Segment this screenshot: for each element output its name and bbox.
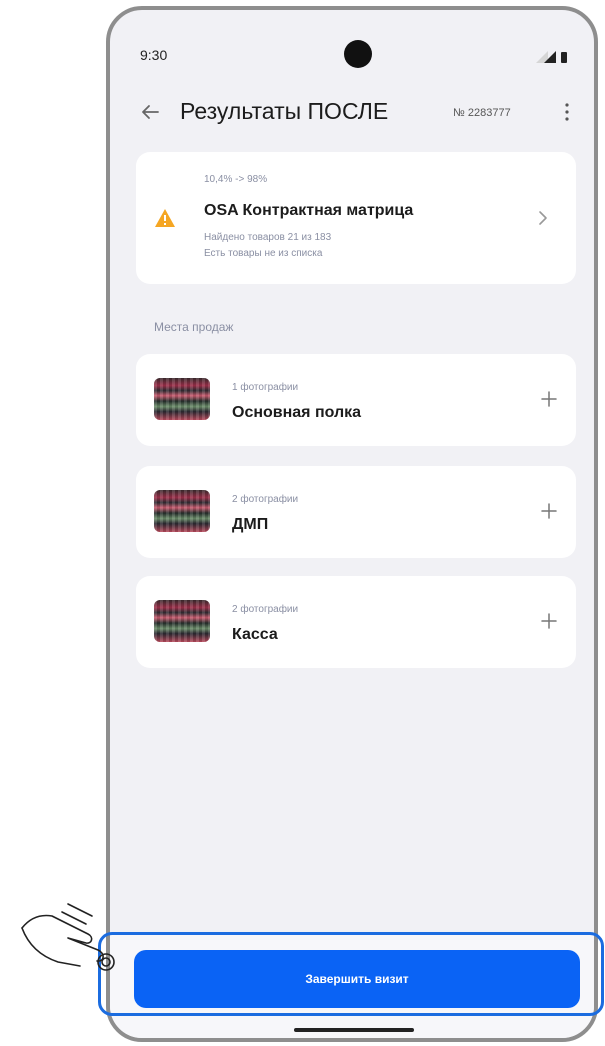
more-vertical-icon[interactable] (564, 100, 570, 124)
place-photo-count: 2 фотографии (232, 494, 299, 505)
chevron-right-icon (539, 211, 547, 225)
osa-found-text: Найдено товаров 21 из 183 (204, 232, 332, 243)
camera-cutout (344, 40, 372, 68)
phone-frame: 9:30 Результаты ПОСЛЕ № 2283777 10,4% ->… (106, 6, 598, 1042)
status-bar: 9:30 (110, 10, 594, 88)
home-indicator (294, 1028, 414, 1032)
plus-icon[interactable] (540, 612, 558, 630)
place-card-dmp[interactable]: 2 фотографии ДМП (136, 466, 576, 558)
plus-icon[interactable] (540, 390, 558, 408)
page-title: Результаты ПОСЛЕ (180, 98, 389, 124)
place-name: ДМП (232, 516, 269, 533)
plus-icon[interactable] (540, 502, 558, 520)
place-name: Касса (232, 626, 278, 643)
place-name: Основная полка (232, 404, 362, 421)
osa-title: OSA Контрактная матрица (204, 202, 414, 219)
place-card-checkout[interactable]: 2 фотографии Касса (136, 576, 576, 668)
osa-card[interactable]: 10,4% -> 98% OSA Контрактная матрица Най… (136, 152, 576, 284)
status-time: 9:30 (140, 47, 168, 63)
warning-icon (155, 209, 175, 227)
place-card-main-shelf[interactable]: 1 фотографии Основная полка (136, 354, 576, 446)
signal-battery-icon (536, 51, 567, 63)
place-photo-count: 1 фотографии (232, 382, 299, 393)
osa-percent-change: 10,4% -> 98% (204, 174, 268, 185)
osa-note: Есть товары не из списка (204, 248, 323, 259)
place-thumbnail (154, 378, 210, 420)
place-thumbnail (154, 600, 210, 642)
place-thumbnail (154, 490, 210, 532)
back-arrow-icon[interactable] (138, 100, 162, 124)
section-title: Места продаж (154, 320, 234, 334)
visit-number: № 2283777 (453, 107, 511, 119)
tap-highlight-outline (98, 932, 604, 1016)
app-bar: Результаты ПОСЛЕ № 2283777 (110, 92, 594, 138)
pointing-hand-icon (21, 903, 115, 971)
place-photo-count: 2 фотографии (232, 604, 299, 615)
